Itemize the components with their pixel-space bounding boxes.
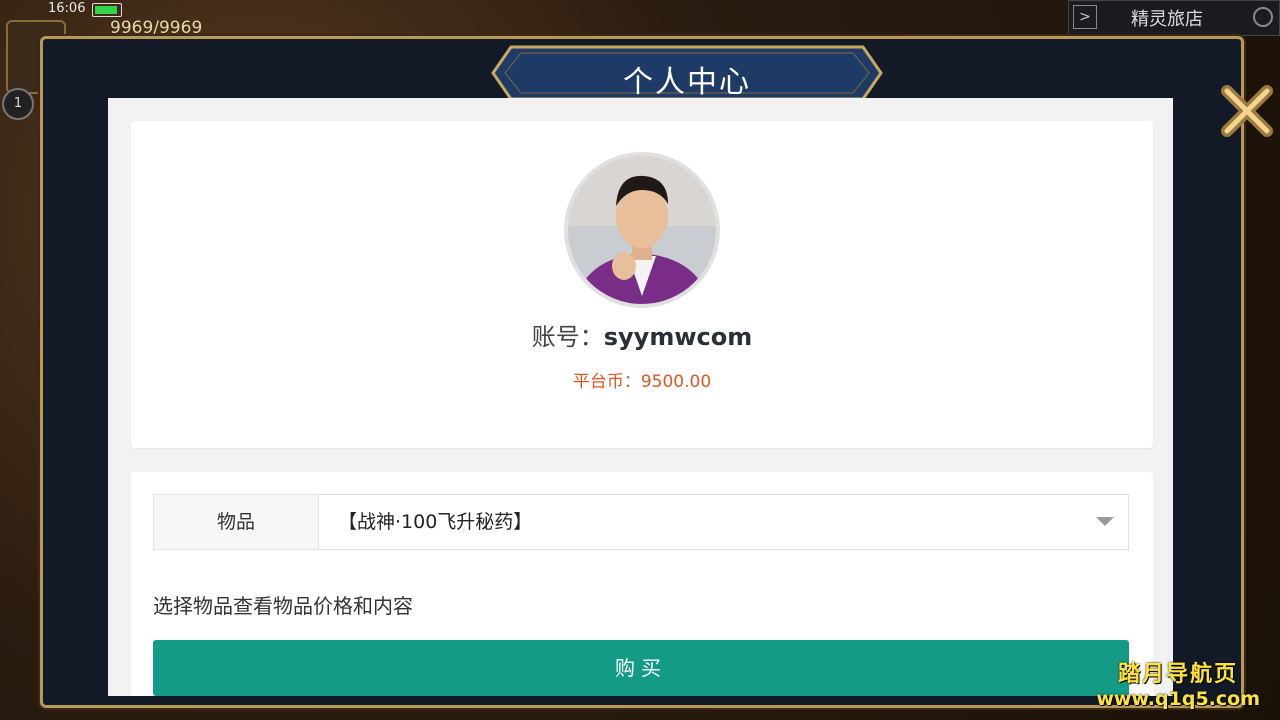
item-selector-row: 物品 【战神·100飞升秘药】 (153, 494, 1129, 550)
coin-label: 平台币： (572, 372, 641, 392)
account-value: syymwcom (603, 323, 753, 351)
status-time: 16:06 (48, 1, 86, 16)
account-label: 账号： (531, 323, 604, 351)
location-name: 精灵旅店 (1131, 9, 1203, 30)
battery-icon (92, 3, 122, 17)
watermark: 踏月导航页 www.q1q5.com (1096, 656, 1260, 710)
purchase-card: 物品 【战神·100飞升秘药】 选择物品查看物品价格和内容 购买 (131, 472, 1153, 696)
level-badge: 1 (2, 88, 34, 120)
account-line: 账号：syymwcom (131, 317, 1153, 352)
item-dropdown[interactable]: 【战神·100飞升秘药】 (318, 495, 1128, 549)
close-button[interactable] (1219, 83, 1275, 139)
location-bar[interactable]: > 精灵旅店 (1068, 0, 1280, 36)
content-area: 账号：syymwcom 平台币：9500.00 物品 【战神·100飞升秘药】 … (108, 98, 1173, 696)
title-plate: 个人中心 (491, 45, 883, 101)
chevron-down-icon[interactable] (1096, 517, 1114, 526)
buy-button[interactable]: 购买 (153, 640, 1129, 696)
coin-value: 9500.00 (640, 372, 712, 392)
item-hint-text: 选择物品查看物品价格和内容 (153, 594, 413, 618)
profile-card: 账号：syymwcom 平台币：9500.00 (131, 121, 1153, 448)
close-x-icon (1221, 85, 1273, 137)
platform-coin-line: 平台币：9500.00 (131, 367, 1153, 392)
watermark-url: www.q1q5.com (1096, 688, 1260, 710)
search-icon[interactable] (1253, 7, 1273, 27)
expand-arrow-icon[interactable]: > (1073, 5, 1097, 29)
selected-item: 【战神·100飞升秘药】 (338, 511, 533, 533)
item-label: 物品 (154, 495, 319, 549)
user-avatar (564, 152, 720, 308)
stamina-counter: 9969/9969 (110, 18, 203, 38)
dialog-title: 个人中心 (623, 65, 751, 100)
watermark-title: 踏月导航页 (1118, 662, 1239, 687)
